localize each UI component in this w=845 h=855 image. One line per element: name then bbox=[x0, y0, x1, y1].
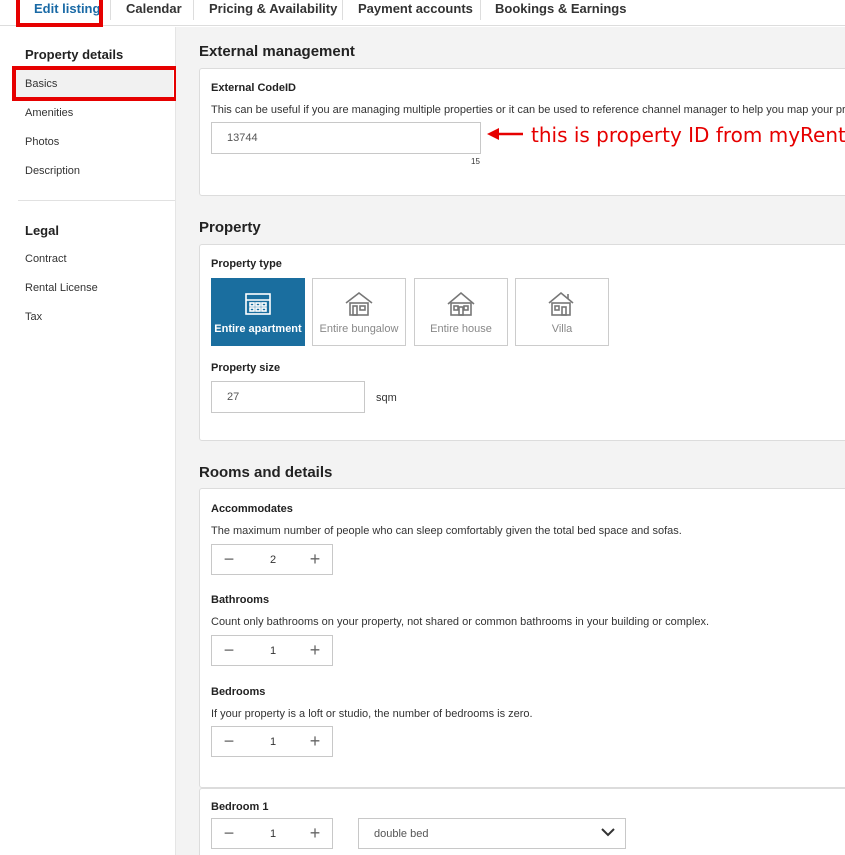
property-type-label-text: Entire house bbox=[430, 323, 492, 335]
chevron-down-icon bbox=[601, 827, 615, 840]
house-icon bbox=[446, 291, 476, 317]
bed-type-select[interactable]: double bed bbox=[358, 818, 626, 849]
section-title-property: Property bbox=[199, 219, 261, 236]
sidebar-item-tax[interactable]: Tax bbox=[25, 311, 42, 323]
sidebar: Property details Basics Amenities Photos… bbox=[0, 27, 176, 855]
section-title-rooms-details: Rooms and details bbox=[199, 464, 333, 481]
bedrooms-stepper: − 1 + bbox=[211, 726, 333, 757]
bedroom-1-card: Bedroom 1 − 1 + double bed bbox=[199, 788, 845, 855]
highlight-box bbox=[12, 66, 178, 101]
sidebar-item-description[interactable]: Description bbox=[25, 165, 80, 177]
property-type-label-text: Entire apartment bbox=[214, 323, 302, 335]
property-size-input[interactable]: 27 bbox=[211, 381, 365, 413]
property-type-label: Property type bbox=[211, 258, 282, 270]
highlight-box bbox=[16, 0, 103, 27]
external-codeid-label: External CodeID bbox=[211, 82, 296, 94]
decrement-button[interactable]: − bbox=[214, 636, 244, 665]
accommodates-stepper: − 2 + bbox=[211, 544, 333, 575]
tab-divider bbox=[193, 0, 194, 20]
main-content: External management External CodeID This… bbox=[176, 27, 845, 855]
property-type-villa[interactable]: Villa bbox=[515, 278, 609, 346]
section-title-external-management: External management bbox=[199, 43, 355, 60]
bedrooms-description: If your property is a loft or studio, th… bbox=[211, 708, 533, 720]
tab-divider bbox=[480, 0, 481, 20]
property-type-entire-bungalow[interactable]: Entire bungalow bbox=[312, 278, 406, 346]
bedrooms-label: Bedrooms bbox=[211, 686, 266, 698]
property-size-label: Property size bbox=[211, 362, 281, 374]
tab-bookings-earnings[interactable]: Bookings & Earnings bbox=[495, 0, 626, 26]
bedroom-1-stepper: − 1 + bbox=[211, 818, 333, 849]
increment-button[interactable]: + bbox=[300, 819, 330, 848]
accommodates-description: The maximum number of people who can sle… bbox=[211, 525, 682, 537]
sidebar-heading-legal: Legal bbox=[25, 223, 59, 238]
increment-button[interactable]: + bbox=[300, 636, 330, 665]
property-card: Property type Entire apartment Entire bu… bbox=[199, 244, 845, 441]
rooms-details-card: Accommodates The maximum number of peopl… bbox=[199, 488, 845, 788]
accommodates-label: Accommodates bbox=[211, 503, 293, 515]
tab-divider bbox=[110, 0, 111, 20]
sidebar-item-rental-license[interactable]: Rental License bbox=[25, 282, 98, 294]
bed-type-value: double bed bbox=[374, 827, 429, 840]
char-counter: 15 bbox=[471, 157, 480, 166]
bungalow-icon bbox=[344, 291, 374, 317]
bathrooms-stepper: − 1 + bbox=[211, 635, 333, 666]
annotation-text: this is property ID from myRent bbox=[531, 123, 845, 147]
property-type-entire-apartment[interactable]: Entire apartment bbox=[211, 278, 305, 346]
increment-button[interactable]: + bbox=[300, 727, 330, 756]
external-codeid-input[interactable]: 13744 bbox=[211, 122, 481, 154]
increment-button[interactable]: + bbox=[300, 545, 330, 574]
decrement-button[interactable]: − bbox=[214, 545, 244, 574]
sidebar-heading-property-details: Property details bbox=[25, 47, 124, 62]
tab-payment-accounts[interactable]: Payment accounts bbox=[358, 0, 473, 26]
sidebar-item-photos[interactable]: Photos bbox=[25, 136, 59, 148]
stepper-value: 1 bbox=[269, 644, 277, 657]
decrement-button[interactable]: − bbox=[214, 819, 244, 848]
sidebar-item-amenities[interactable]: Amenities bbox=[25, 107, 73, 119]
sidebar-item-contract[interactable]: Contract bbox=[25, 253, 67, 265]
stepper-value: 1 bbox=[269, 827, 277, 840]
bedroom-1-label: Bedroom 1 bbox=[211, 801, 269, 813]
property-size-unit: sqm bbox=[376, 392, 397, 404]
tab-pricing-availability[interactable]: Pricing & Availability bbox=[209, 0, 337, 26]
external-codeid-description: This can be useful if you are managing m… bbox=[211, 104, 845, 116]
annotation-arrow-icon bbox=[487, 128, 523, 140]
sidebar-divider bbox=[18, 200, 175, 201]
tab-calendar[interactable]: Calendar bbox=[126, 0, 182, 26]
apartment-icon bbox=[244, 291, 272, 317]
top-nav: Edit listing Calendar Pricing & Availabi… bbox=[0, 0, 845, 26]
stepper-value: 2 bbox=[269, 553, 277, 566]
bathrooms-description: Count only bathrooms on your property, n… bbox=[211, 616, 710, 628]
bathrooms-label: Bathrooms bbox=[211, 594, 270, 606]
property-type-label-text: Entire bungalow bbox=[319, 323, 399, 335]
villa-icon bbox=[547, 291, 577, 317]
property-type-entire-house[interactable]: Entire house bbox=[414, 278, 508, 346]
decrement-button[interactable]: − bbox=[214, 727, 244, 756]
stepper-value: 1 bbox=[269, 735, 277, 748]
property-type-label-text: Villa bbox=[551, 323, 573, 335]
tab-divider bbox=[342, 0, 343, 20]
